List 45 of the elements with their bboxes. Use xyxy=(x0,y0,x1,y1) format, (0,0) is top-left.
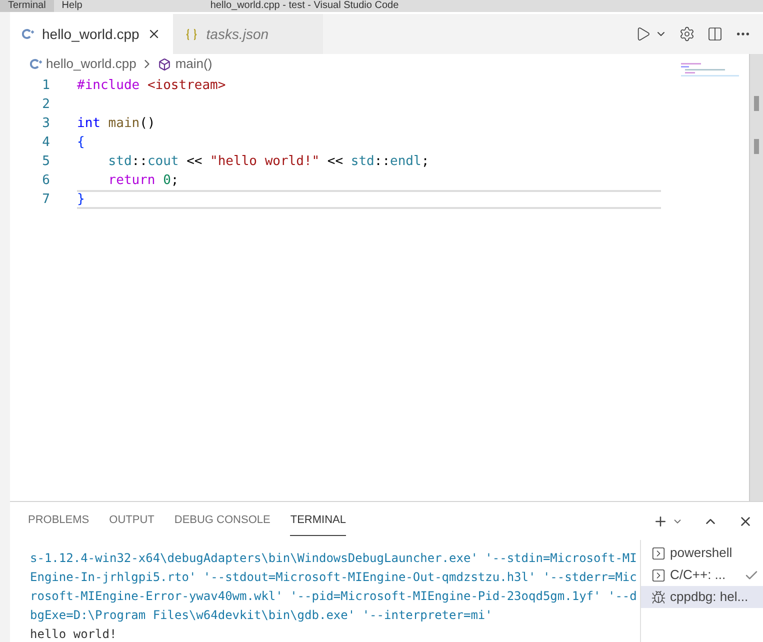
terminal-list-item[interactable]: powershell xyxy=(641,542,763,564)
panel-tab[interactable]: OUTPUT xyxy=(109,506,154,536)
editor-tab[interactable]: hello_world.cpp xyxy=(10,14,174,54)
menu-item[interactable]: Terminal xyxy=(0,0,54,12)
terminal-list-item[interactable]: C/C++: ... xyxy=(641,564,763,586)
terminal-icon xyxy=(651,568,666,582)
terminal-line: rosoft-MIEngine-Error-ywav40wm.wkl' '--pid=Microsoft-MIEngine-Pid-23oqd5gm.1yf' '--d xyxy=(30,588,638,605)
code-line: #include <iostream> xyxy=(77,76,227,95)
c-plus-icon xyxy=(30,58,42,70)
code-line: { xyxy=(77,134,86,152)
terminal-line: s-1.12.4-win32-x64\debugAdapters\bin\WindowsDebugLauncher.exe' '--stdin=Microsoft-MI xyxy=(30,550,638,567)
line-number: 5 xyxy=(41,152,51,171)
bug-icon xyxy=(651,590,666,604)
terminal-list-item[interactable]: cppdbg: hel... xyxy=(641,586,763,608)
breadcrumb-file[interactable]: hello_world.cpp xyxy=(46,54,136,74)
tab-label: tasks.json xyxy=(206,24,269,44)
cube-icon xyxy=(158,58,172,70)
terminal-line: hello world! xyxy=(30,626,118,642)
line-number: 4 xyxy=(41,134,51,152)
line-number: 7 xyxy=(41,190,51,209)
terminal-icon xyxy=(651,546,666,560)
tab-label: hello_world.cpp xyxy=(42,24,140,44)
editor-tab[interactable]: tasks.json xyxy=(173,14,324,54)
terminal-line: Engine-In-jrhlgpi5.rto' '--stdout=Microsoft-MIEngine-Out-qmdzstzu.h3l' '--stderr=Mic xyxy=(30,569,638,586)
window-title: hello_world.cpp - test - Visual Studio Code xyxy=(210,1,399,11)
line-number: 3 xyxy=(41,114,51,133)
line-number: 2 xyxy=(41,96,51,114)
code-line: std::cout << "hello world!" << std::endl; xyxy=(107,152,430,171)
line-number: 1 xyxy=(41,76,51,95)
line-number: 6 xyxy=(41,172,51,190)
panel-tab[interactable]: DEBUG CONSOLE xyxy=(174,506,270,536)
code-line: int main() xyxy=(77,114,156,133)
menu-item[interactable]: Help xyxy=(54,1,90,11)
code-line: return 0; xyxy=(107,172,180,190)
braces-icon xyxy=(185,28,198,40)
terminal-line: bgExe=D:\Program Files\w64devkit\bin\gdb.exe' '--interpreter=mi' xyxy=(30,607,494,624)
add-terminal-icon[interactable] xyxy=(653,514,668,528)
breadcrumb-symbol[interactable]: main() xyxy=(175,54,212,74)
split-editor-icon[interactable] xyxy=(707,26,723,42)
settings-icon[interactable] xyxy=(679,26,695,42)
panel-tab[interactable]: PROBLEMS xyxy=(28,506,90,536)
run-icon[interactable] xyxy=(635,26,651,42)
c-plus-icon xyxy=(22,28,34,40)
panel-tab[interactable]: TERMINAL xyxy=(290,506,346,536)
code-line: } xyxy=(77,190,661,209)
